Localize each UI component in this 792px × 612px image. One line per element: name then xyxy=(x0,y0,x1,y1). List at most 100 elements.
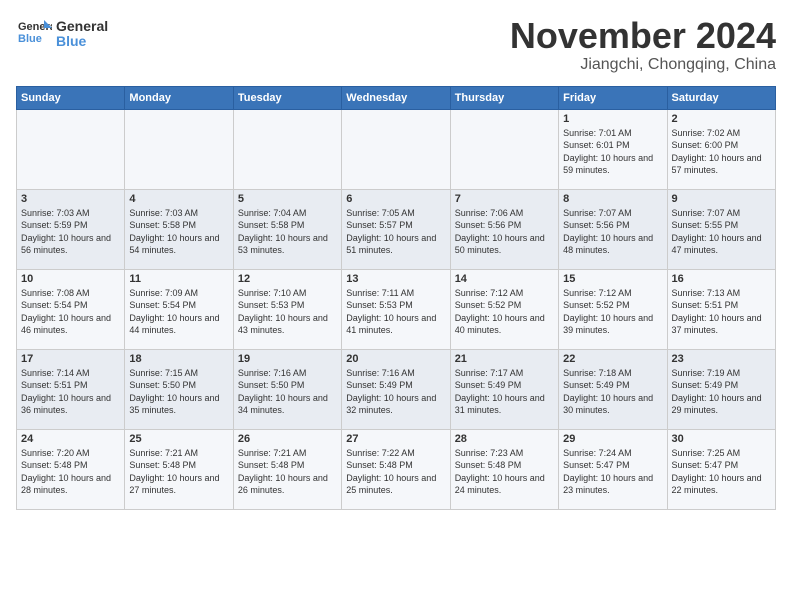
day-info: Sunrise: 7:24 AM Sunset: 5:47 PM Dayligh… xyxy=(563,447,662,497)
logo: General Blue General Blue xyxy=(16,16,108,52)
calendar-cell: 11 Sunrise: 7:09 AM Sunset: 5:54 PM Dayli… xyxy=(125,269,233,349)
day-number: 26 xyxy=(238,433,337,445)
day-info: Sunrise: 7:16 AM Sunset: 5:49 PM Dayligh… xyxy=(346,367,445,417)
calendar-cell xyxy=(17,109,125,189)
day-number: 28 xyxy=(455,433,554,445)
weekday-header-wednesday: Wednesday xyxy=(342,86,450,109)
day-number: 16 xyxy=(672,273,771,285)
day-number: 30 xyxy=(672,433,771,445)
calendar-cell: 25 Sunrise: 7:21 AM Sunset: 5:48 PM Dayli… xyxy=(125,429,233,509)
day-info: Sunrise: 7:03 AM Sunset: 5:59 PM Dayligh… xyxy=(21,207,120,257)
calendar-cell: 24 Sunrise: 7:20 AM Sunset: 5:48 PM Dayli… xyxy=(17,429,125,509)
day-info: Sunrise: 7:12 AM Sunset: 5:52 PM Dayligh… xyxy=(563,287,662,337)
title-area: November 2024 Jiangchi, Chongqing, China xyxy=(510,16,776,74)
calendar-week-4: 17Sunrise: 7:14 AM Sunset: 5:51 PM Dayli… xyxy=(17,349,776,429)
weekday-header-row: SundayMondayTuesdayWednesdayThursdayFrid… xyxy=(17,86,776,109)
calendar-cell: 21 Sunrise: 7:17 AM Sunset: 5:49 PM Dayli… xyxy=(450,349,558,429)
calendar-week-3: 10 Sunrise: 7:08 AM Sunset: 5:54 PM Dayli… xyxy=(17,269,776,349)
day-number: 2 xyxy=(672,113,771,125)
header: General Blue General Blue November 2024 … xyxy=(16,16,776,74)
day-number: 29 xyxy=(563,433,662,445)
day-number: 24 xyxy=(21,433,120,445)
weekday-header-saturday: Saturday xyxy=(667,86,775,109)
calendar-cell: 29 Sunrise: 7:24 AM Sunset: 5:47 PM Dayli… xyxy=(559,429,667,509)
calendar-cell: 12Sunrise: 7:10 AM Sunset: 5:53 PM Dayli… xyxy=(233,269,341,349)
day-info: Sunrise: 7:04 AM Sunset: 5:58 PM Dayligh… xyxy=(238,207,337,257)
weekday-header-sunday: Sunday xyxy=(17,86,125,109)
calendar-cell: 5 Sunrise: 7:04 AM Sunset: 5:58 PM Daylig… xyxy=(233,189,341,269)
day-info: Sunrise: 7:21 AM Sunset: 5:48 PM Dayligh… xyxy=(238,447,337,497)
calendar-cell: 3 Sunrise: 7:03 AM Sunset: 5:59 PM Daylig… xyxy=(17,189,125,269)
calendar-cell: 14 Sunrise: 7:12 AM Sunset: 5:52 PM Dayli… xyxy=(450,269,558,349)
weekday-header-friday: Friday xyxy=(559,86,667,109)
day-number: 19 xyxy=(238,353,337,365)
calendar-cell: 27 Sunrise: 7:22 AM Sunset: 5:48 PM Dayli… xyxy=(342,429,450,509)
weekday-header-monday: Monday xyxy=(125,86,233,109)
day-info: Sunrise: 7:22 AM Sunset: 5:48 PM Dayligh… xyxy=(346,447,445,497)
day-info: Sunrise: 7:08 AM Sunset: 5:54 PM Dayligh… xyxy=(21,287,120,337)
day-info: Sunrise: 7:09 AM Sunset: 5:54 PM Dayligh… xyxy=(129,287,228,337)
day-info: Sunrise: 7:23 AM Sunset: 5:48 PM Dayligh… xyxy=(455,447,554,497)
calendar-cell: 23 Sunrise: 7:19 AM Sunset: 5:49 PM Dayli… xyxy=(667,349,775,429)
day-info: Sunrise: 7:11 AM Sunset: 5:53 PM Dayligh… xyxy=(346,287,445,337)
calendar-cell: 17Sunrise: 7:14 AM Sunset: 5:51 PM Dayli… xyxy=(17,349,125,429)
day-number: 23 xyxy=(672,353,771,365)
calendar-cell: 2 Sunrise: 7:02 AM Sunset: 6:00 PM Daylig… xyxy=(667,109,775,189)
day-number: 20 xyxy=(346,353,445,365)
day-info: Sunrise: 7:07 AM Sunset: 5:55 PM Dayligh… xyxy=(672,207,771,257)
calendar-cell: 26 Sunrise: 7:21 AM Sunset: 5:48 PM Dayli… xyxy=(233,429,341,509)
calendar-cell xyxy=(125,109,233,189)
calendar-cell: 1 Sunrise: 7:01 AM Sunset: 6:01 PM Daylig… xyxy=(559,109,667,189)
day-info: Sunrise: 7:21 AM Sunset: 5:48 PM Dayligh… xyxy=(129,447,228,497)
logo-line1: General xyxy=(56,19,108,34)
day-info: Sunrise: 7:10 AM Sunset: 5:53 PM Dayligh… xyxy=(238,287,337,337)
day-info: Sunrise: 7:02 AM Sunset: 6:00 PM Dayligh… xyxy=(672,127,771,177)
day-number: 3 xyxy=(21,193,120,205)
day-info: Sunrise: 7:25 AM Sunset: 5:47 PM Dayligh… xyxy=(672,447,771,497)
day-info: Sunrise: 7:15 AM Sunset: 5:50 PM Dayligh… xyxy=(129,367,228,417)
calendar-cell: 10 Sunrise: 7:08 AM Sunset: 5:54 PM Dayli… xyxy=(17,269,125,349)
calendar-cell: 4Sunrise: 7:03 AM Sunset: 5:58 PM Daylig… xyxy=(125,189,233,269)
day-info: Sunrise: 7:05 AM Sunset: 5:57 PM Dayligh… xyxy=(346,207,445,257)
day-number: 15 xyxy=(563,273,662,285)
day-number: 1 xyxy=(563,113,662,125)
day-number: 10 xyxy=(21,273,120,285)
calendar-cell: 13Sunrise: 7:11 AM Sunset: 5:53 PM Dayli… xyxy=(342,269,450,349)
calendar-cell: 20 Sunrise: 7:16 AM Sunset: 5:49 PM Dayli… xyxy=(342,349,450,429)
day-info: Sunrise: 7:13 AM Sunset: 5:51 PM Dayligh… xyxy=(672,287,771,337)
calendar-cell xyxy=(342,109,450,189)
calendar-cell: 8Sunrise: 7:07 AM Sunset: 5:56 PM Daylig… xyxy=(559,189,667,269)
day-number: 14 xyxy=(455,273,554,285)
day-number: 5 xyxy=(238,193,337,205)
calendar-week-5: 24 Sunrise: 7:20 AM Sunset: 5:48 PM Dayli… xyxy=(17,429,776,509)
weekday-header-tuesday: Tuesday xyxy=(233,86,341,109)
calendar-cell xyxy=(450,109,558,189)
day-info: Sunrise: 7:12 AM Sunset: 5:52 PM Dayligh… xyxy=(455,287,554,337)
logo-icon: General Blue xyxy=(16,16,52,52)
day-number: 25 xyxy=(129,433,228,445)
day-number: 8 xyxy=(563,193,662,205)
subtitle: Jiangchi, Chongqing, China xyxy=(510,56,776,74)
day-number: 18 xyxy=(129,353,228,365)
day-number: 11 xyxy=(129,273,228,285)
day-number: 21 xyxy=(455,353,554,365)
calendar-cell: 18 Sunrise: 7:15 AM Sunset: 5:50 PM Dayli… xyxy=(125,349,233,429)
day-number: 7 xyxy=(455,193,554,205)
day-info: Sunrise: 7:19 AM Sunset: 5:49 PM Dayligh… xyxy=(672,367,771,417)
day-info: Sunrise: 7:17 AM Sunset: 5:49 PM Dayligh… xyxy=(455,367,554,417)
day-number: 4 xyxy=(129,193,228,205)
calendar-cell: 28 Sunrise: 7:23 AM Sunset: 5:48 PM Dayli… xyxy=(450,429,558,509)
day-number: 27 xyxy=(346,433,445,445)
calendar-cell: 7Sunrise: 7:06 AM Sunset: 5:56 PM Daylig… xyxy=(450,189,558,269)
month-title: November 2024 xyxy=(510,16,776,56)
calendar-cell: 6 Sunrise: 7:05 AM Sunset: 5:57 PM Daylig… xyxy=(342,189,450,269)
calendar-cell: 15 Sunrise: 7:12 AM Sunset: 5:52 PM Dayli… xyxy=(559,269,667,349)
calendar-week-1: 1 Sunrise: 7:01 AM Sunset: 6:01 PM Daylig… xyxy=(17,109,776,189)
day-info: Sunrise: 7:01 AM Sunset: 6:01 PM Dayligh… xyxy=(563,127,662,177)
calendar-cell: 9 Sunrise: 7:07 AM Sunset: 5:55 PM Daylig… xyxy=(667,189,775,269)
day-number: 6 xyxy=(346,193,445,205)
weekday-header-thursday: Thursday xyxy=(450,86,558,109)
day-info: Sunrise: 7:20 AM Sunset: 5:48 PM Dayligh… xyxy=(21,447,120,497)
day-number: 9 xyxy=(672,193,771,205)
calendar-cell: 22Sunrise: 7:18 AM Sunset: 5:49 PM Dayli… xyxy=(559,349,667,429)
